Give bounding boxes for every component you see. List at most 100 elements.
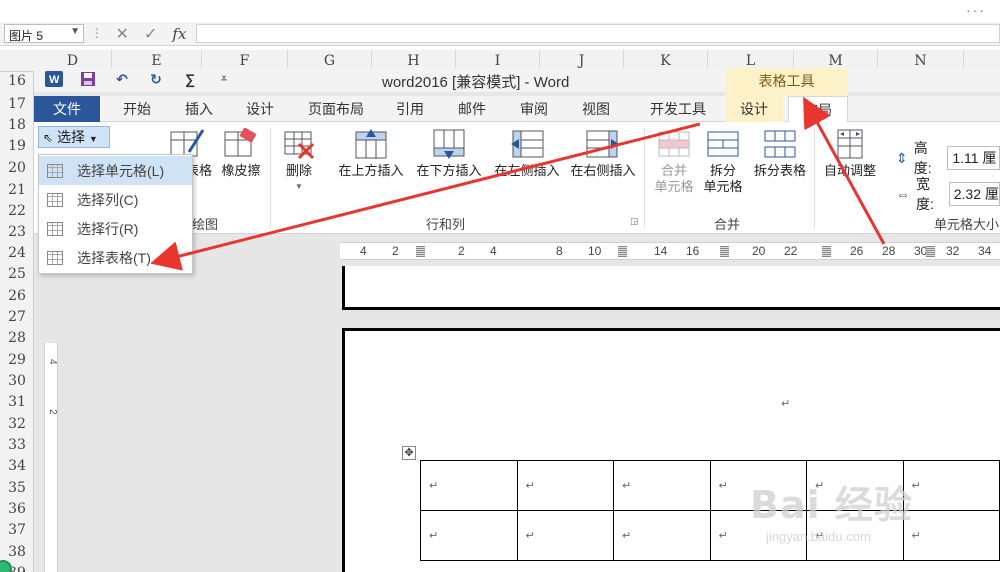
tab-view[interactable]: 视图 xyxy=(576,96,616,122)
row-header[interactable]: 16 xyxy=(0,73,34,89)
insert-function-button[interactable]: fx xyxy=(172,25,186,43)
paragraph-mark: ↵ xyxy=(781,398,791,410)
word-logo-icon: W xyxy=(44,70,64,88)
formula-input[interactable] xyxy=(196,24,1000,43)
select-button[interactable]: ⇖ 选择 ▼ xyxy=(38,126,110,148)
save-icon[interactable] xyxy=(78,70,98,88)
horizontal-ruler[interactable]: 4 2 2 4 8 10 14 16 20 22 26 28 30 32 34 xyxy=(340,242,1000,260)
insert-above-label: 在上方插入 xyxy=(338,163,404,178)
insert-right-button[interactable]: 在右侧插入 xyxy=(566,128,640,179)
row-header[interactable]: 30 xyxy=(0,373,34,389)
cancel-icon[interactable]: ✕ xyxy=(116,24,129,44)
row-header[interactable]: 18 xyxy=(0,117,34,133)
insert-below-icon xyxy=(431,128,467,160)
name-box[interactable]: 图片 5 ▼ xyxy=(4,24,84,43)
row-headers: 16 17 18 19 20 21 22 23 24 25 26 27 28 2… xyxy=(0,72,34,572)
tab-references[interactable]: 引用 xyxy=(390,96,430,122)
menu-item-label: 选择表格(T) xyxy=(77,249,151,266)
ruler-number: 4 xyxy=(360,244,367,258)
tab-review[interactable]: 审阅 xyxy=(514,96,554,122)
autofit-button[interactable]: 自动调整 xyxy=(820,128,880,179)
table-cell[interactable]: ↵ xyxy=(613,460,711,511)
svg-text:W: W xyxy=(49,74,60,86)
row-height-label: 高度: xyxy=(913,140,932,176)
row-header[interactable]: 24 xyxy=(0,245,34,261)
table-cell[interactable]: ↵ xyxy=(516,460,614,511)
ruler-table-marker[interactable] xyxy=(822,246,831,257)
row-header[interactable]: 33 xyxy=(0,437,34,453)
ruler-table-marker[interactable] xyxy=(618,246,627,257)
tab-table-layout[interactable]: 布局 xyxy=(788,96,848,123)
col-width-input[interactable]: 2.32 厘 xyxy=(948,182,1000,206)
ruler-table-marker[interactable] xyxy=(720,246,729,257)
table-cell[interactable]: ↵ xyxy=(902,460,1000,511)
chevron-down-icon[interactable]: ▼ xyxy=(70,26,80,37)
row-header[interactable]: 29 xyxy=(0,352,34,368)
row-header[interactable]: 17 xyxy=(0,96,34,112)
tab-design[interactable]: 设计 xyxy=(240,96,280,122)
insert-above-icon xyxy=(353,128,389,160)
confirm-icon[interactable]: ✓ xyxy=(144,24,157,44)
row-header[interactable]: 31 xyxy=(0,394,34,410)
col-width-control: ⇔ 宽度: 2.32 厘 xyxy=(896,174,1000,214)
row-header[interactable]: 25 xyxy=(0,266,34,282)
row-header[interactable]: 27 xyxy=(0,309,34,325)
row-header[interactable]: 21 xyxy=(0,182,34,198)
menu-item-select-column[interactable]: 选择列(C) xyxy=(39,185,192,214)
row-header[interactable]: 28 xyxy=(0,330,34,346)
table-cell[interactable]: ↵ xyxy=(516,510,614,561)
insert-above-button[interactable]: 在上方插入 xyxy=(334,128,408,179)
row-header[interactable]: 20 xyxy=(0,160,34,176)
eraser-button[interactable]: 橡皮擦 xyxy=(216,127,266,179)
merge-cells-button[interactable]: 合并 单元格 xyxy=(648,128,700,195)
row-header[interactable]: 37 xyxy=(0,522,34,538)
row-header[interactable]: 32 xyxy=(0,416,34,432)
tab-table-design[interactable]: 设计 xyxy=(725,96,783,122)
split-cells-button[interactable]: 拆分 单元格 xyxy=(698,128,748,195)
table-move-handle-icon[interactable]: ✥ xyxy=(402,446,416,460)
row-header[interactable]: 26 xyxy=(0,288,34,304)
document-table[interactable]: ↵ ↵ ↵ ↵ ↵ ↵ ↵ ↵ ↵ ↵ ↵ ↵ xyxy=(420,460,1000,561)
row-header[interactable]: 23 xyxy=(0,224,34,240)
ruler-table-marker[interactable] xyxy=(926,246,935,257)
tab-mailings[interactable]: 邮件 xyxy=(452,96,492,122)
chevron-down-icon: ▼ xyxy=(295,182,303,191)
ruler-table-marker[interactable] xyxy=(416,246,425,257)
menu-item-select-row[interactable]: 选择行(R) xyxy=(39,214,192,243)
screenshot: ··· 图片 5 ▼ ⋮ ✕ ✓ fx D E F G H I J K L M … xyxy=(0,0,1000,572)
tab-page-layout[interactable]: 页面布局 xyxy=(300,96,372,122)
more-icon[interactable]: ··· xyxy=(966,2,986,18)
row-height-input[interactable]: 1.11 厘 xyxy=(947,146,1000,170)
tab-developer[interactable]: 开发工具 xyxy=(638,96,718,122)
insert-left-button[interactable]: 在左侧插入 xyxy=(490,128,564,179)
row-header[interactable]: 19 xyxy=(0,138,34,154)
group-divider xyxy=(270,128,271,228)
select-button-label: 选择 xyxy=(56,129,85,145)
menu-item-select-table[interactable]: 选择表格(T) xyxy=(39,243,192,272)
tab-insert[interactable]: 插入 xyxy=(176,96,222,122)
delete-button[interactable]: 删除 ▼ xyxy=(278,128,320,195)
table-cell[interactable]: ↵ xyxy=(420,460,518,511)
tab-home[interactable]: 开始 xyxy=(114,96,160,122)
row-header[interactable]: 34 xyxy=(0,458,34,474)
tab-file[interactable]: 文件 xyxy=(34,96,100,122)
undo-icon[interactable]: ↶ xyxy=(112,70,132,88)
table-cell[interactable]: ↵ xyxy=(420,510,518,561)
customize-toolbar-icon[interactable]: ⩡ xyxy=(214,70,234,88)
split-table-button[interactable]: 拆分表格 xyxy=(750,128,810,179)
row-header[interactable]: 36 xyxy=(0,501,34,517)
insert-below-button[interactable]: 在下方插入 xyxy=(412,128,486,179)
dialog-launcher-icon[interactable]: ◲ xyxy=(630,216,639,227)
table-cell[interactable]: ↵ xyxy=(902,510,1000,561)
ruler-number: 4 xyxy=(490,244,497,258)
ruler-number: 2 xyxy=(392,244,399,258)
row-header[interactable]: 38 xyxy=(0,544,34,560)
menu-item-select-cell[interactable]: 选择单元格(L) xyxy=(39,156,192,185)
vertical-ruler[interactable]: 4 2 xyxy=(44,343,58,572)
ruler-number: 34 xyxy=(978,244,992,258)
sum-icon[interactable]: ∑ xyxy=(180,70,200,88)
redo-icon[interactable]: ↻ xyxy=(146,70,166,88)
row-header[interactable]: 35 xyxy=(0,480,34,496)
row-header[interactable]: 22 xyxy=(0,203,34,219)
table-cell[interactable]: ↵ xyxy=(613,510,711,561)
